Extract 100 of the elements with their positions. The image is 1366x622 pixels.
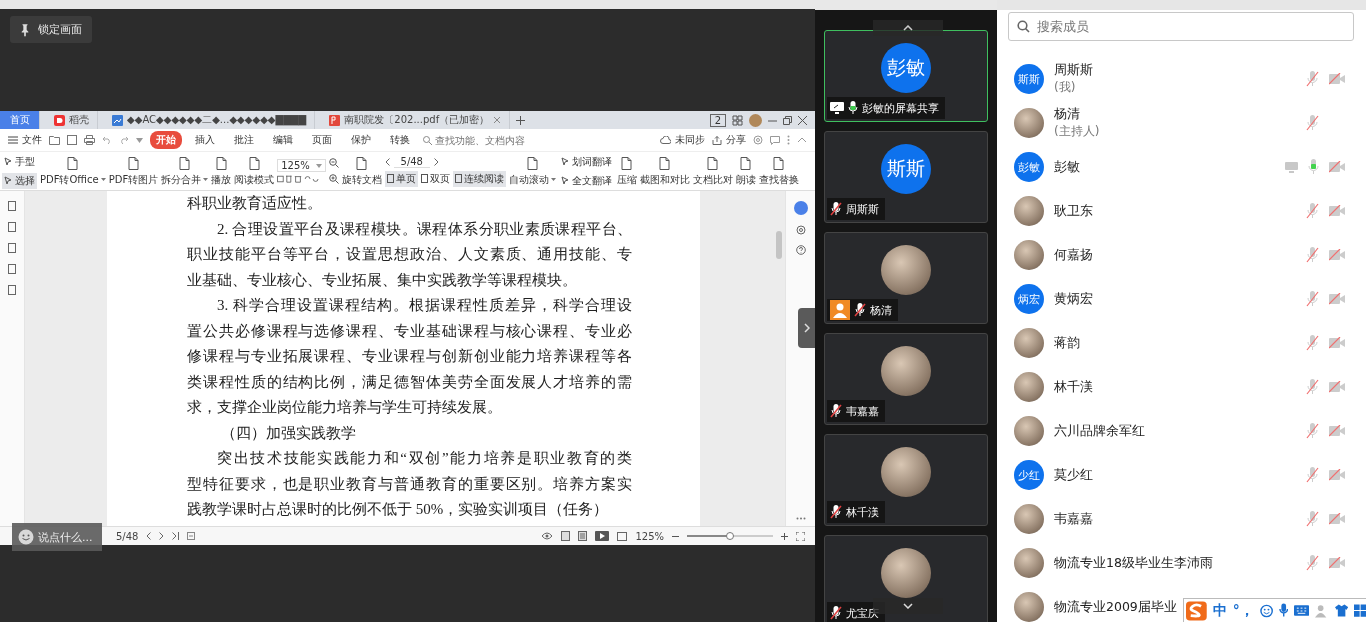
tool-button[interactable]: 朗读 xyxy=(735,155,756,187)
tool-button[interactable]: 旋转文档 xyxy=(341,155,382,187)
document-tab[interactable]: ◆◆AC◆◆◆◆◆◆二◆...◆◆◆◆◆◆▇▇▇▇ xyxy=(104,111,316,129)
sidebar-tool-icon[interactable] xyxy=(7,285,17,295)
member-row[interactable]: 炳宏 黄炳宏 xyxy=(997,277,1366,321)
document-tab[interactable]: 首页 xyxy=(0,111,40,129)
more-icon[interactable] xyxy=(787,135,790,145)
video-tile[interactable]: 彭敏 彭敏的屏幕共享 xyxy=(824,30,988,122)
last-page-icon[interactable] xyxy=(172,532,180,540)
zoom-slider-thumb[interactable] xyxy=(726,532,734,540)
emoji-icon[interactable] xyxy=(18,529,34,545)
tool-button[interactable]: 划词翻译 xyxy=(558,153,614,170)
chat-input[interactable]: 说点什么... xyxy=(12,523,102,551)
view-mode-button[interactable]: 双页 xyxy=(418,170,452,187)
previous-page-icon[interactable] xyxy=(384,157,390,166)
page-icon[interactable] xyxy=(578,531,588,541)
ribbon-tab[interactable]: 批注 xyxy=(228,131,260,149)
member-row[interactable]: 蒋韵 xyxy=(997,321,1366,365)
ribbon-tab[interactable]: 插入 xyxy=(189,131,221,149)
member-row[interactable]: 少红 莫少红 xyxy=(997,453,1366,497)
collapse-panel-button[interactable] xyxy=(798,308,815,348)
tool-button[interactable]: 自动滚动 xyxy=(508,155,556,187)
member-row[interactable]: 杨清 (主持人) xyxy=(997,101,1366,145)
tool-button[interactable]: 压缩 xyxy=(616,155,637,187)
tool-button[interactable]: 拆分合并 xyxy=(161,155,209,187)
tool-button[interactable]: 手型 xyxy=(2,153,37,170)
input-mode-toggle[interactable]: 中 xyxy=(1212,601,1227,620)
ribbon-tab[interactable]: 页面 xyxy=(306,131,338,149)
tool-button[interactable]: 播放 xyxy=(211,155,232,187)
ime-logo-icon[interactable] xyxy=(1186,600,1207,621)
emoji-icon[interactable] xyxy=(1259,603,1273,618)
tool-button[interactable]: 截图和对比 xyxy=(639,155,690,187)
member-row[interactable]: 六川品牌余军红 xyxy=(997,409,1366,453)
microphone-icon[interactable] xyxy=(1278,603,1289,618)
member-row[interactable]: 斯斯 周斯斯 (我) xyxy=(997,57,1366,101)
collapse-icon[interactable] xyxy=(797,137,807,143)
close-icon[interactable] xyxy=(798,115,807,125)
restore-icon[interactable] xyxy=(783,115,792,125)
video-tile[interactable]: 韦嘉嘉 xyxy=(824,333,988,425)
document-tab[interactable]: 稻壳 xyxy=(46,111,98,129)
fit-width-icon[interactable] xyxy=(617,531,628,541)
grid-icon[interactable] xyxy=(1353,604,1366,617)
window-count-badge[interactable]: 2 xyxy=(709,113,726,127)
ribbon-tab[interactable]: 保护 xyxy=(345,131,377,149)
view-mode-button[interactable]: 单页 xyxy=(384,170,418,187)
member-row[interactable]: 林千渼 xyxy=(997,365,1366,409)
lock-screen-button[interactable]: 锁定画面 xyxy=(10,16,92,43)
scrollbar-thumb[interactable] xyxy=(776,231,782,259)
print-icon[interactable] xyxy=(84,135,95,145)
tool-button[interactable]: 选择 xyxy=(2,172,37,189)
user-avatar[interactable] xyxy=(749,113,762,127)
tool-button[interactable]: 文档比对 xyxy=(692,155,733,187)
next-page-icon[interactable] xyxy=(159,532,165,540)
single-page-icon[interactable] xyxy=(561,531,571,541)
sidebar-tool-icon[interactable] xyxy=(7,201,17,211)
sidebar-tool-icon[interactable] xyxy=(7,222,17,232)
file-menu[interactable]: 文件 xyxy=(8,133,42,147)
help-icon[interactable] xyxy=(795,245,806,255)
dropdown-caret-icon[interactable] xyxy=(136,137,143,143)
member-row[interactable]: 彭敏 彭敏 xyxy=(997,145,1366,189)
video-tile[interactable]: 尤宝庆 xyxy=(824,535,988,622)
view-tools-icons[interactable] xyxy=(277,175,320,183)
translate-icon[interactable] xyxy=(793,201,808,215)
keyboard-icon[interactable] xyxy=(1294,605,1310,616)
tool-button[interactable]: 全文翻译 xyxy=(558,172,614,189)
zoom-dropdown[interactable]: 125% xyxy=(277,159,326,172)
ribbon-tab[interactable]: 开始 xyxy=(150,131,182,149)
zoom-out-icon[interactable] xyxy=(328,158,339,168)
plus-icon[interactable] xyxy=(781,532,788,540)
page-number-field[interactable]: 5/48 xyxy=(393,155,430,168)
document-tab[interactable]: 南职院发〔202...pdf（已加密） xyxy=(321,111,511,129)
settings-icon[interactable] xyxy=(795,225,806,235)
tool-button[interactable]: 查找替换 xyxy=(758,155,799,187)
previous-page-icon[interactable] xyxy=(146,532,152,540)
zoom-in-icon[interactable] xyxy=(328,174,339,184)
eye-icon[interactable] xyxy=(541,532,554,540)
new-tab-icon[interactable] xyxy=(516,115,526,125)
sidebar-tool-icon[interactable] xyxy=(7,243,17,253)
tool-button[interactable]: PDF转Office xyxy=(40,155,106,187)
share-button[interactable]: 分享 xyxy=(712,133,746,147)
view-mode-button[interactable]: 连续阅读 xyxy=(452,170,506,187)
scroll-up-button[interactable] xyxy=(873,20,943,36)
settings-icon[interactable] xyxy=(753,135,763,145)
page-add-icon[interactable] xyxy=(187,532,196,540)
member-row[interactable]: 物流专业18级毕业生李沛雨 xyxy=(997,541,1366,585)
more-icon[interactable] xyxy=(795,517,806,520)
member-row[interactable]: 韦嘉嘉 xyxy=(997,497,1366,541)
save-icon[interactable] xyxy=(67,135,77,145)
member-search-field[interactable]: 搜索成员 xyxy=(1008,12,1354,41)
close-icon[interactable] xyxy=(493,116,502,124)
ribbon-tab[interactable]: 编辑 xyxy=(267,131,299,149)
sync-button[interactable]: 未同步 xyxy=(660,133,705,147)
punctuation-toggle[interactable]: °， xyxy=(1232,601,1254,620)
play-icon[interactable] xyxy=(595,531,610,541)
next-page-icon[interactable] xyxy=(433,157,439,166)
fullscreen-icon[interactable] xyxy=(796,531,805,541)
video-tile[interactable]: 林千渼 xyxy=(824,434,988,526)
sidebar-tool-icon[interactable] xyxy=(7,264,17,274)
member-row[interactable]: 何嘉扬 xyxy=(997,233,1366,277)
video-tile[interactable]: 杨清 xyxy=(824,232,988,324)
